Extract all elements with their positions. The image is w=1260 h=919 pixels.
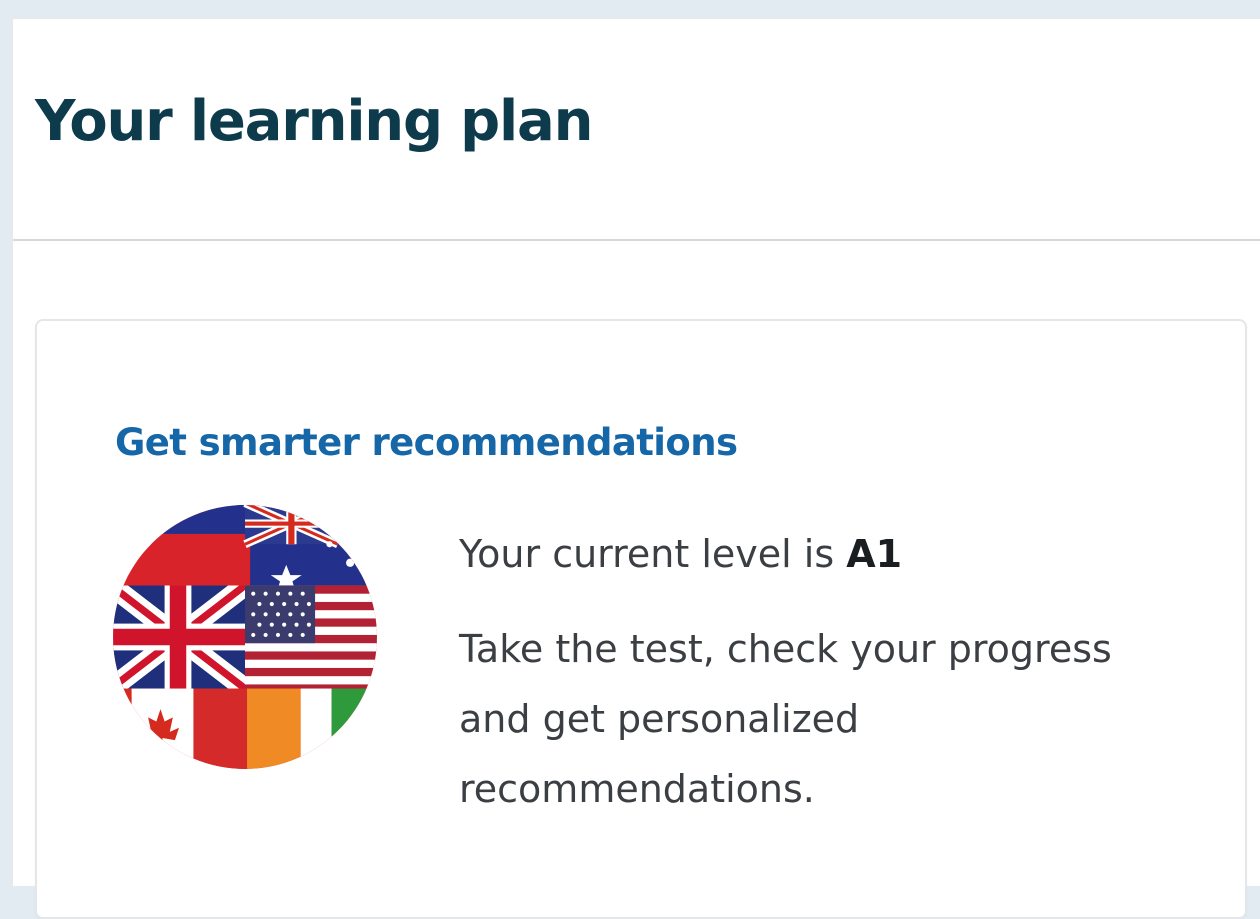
card-heading: Get smarter recommendations: [115, 421, 738, 464]
level-value: A1: [846, 532, 903, 576]
language-flags-globe-icon: [113, 505, 377, 769]
level-prefix: Your current level is: [459, 532, 835, 576]
page-title: Your learning plan: [35, 89, 593, 154]
card-description: Take the test, check your progress and g…: [459, 627, 1112, 811]
header-divider: [13, 239, 1260, 241]
card-text: Your current level is A1 Take the test, …: [459, 519, 1199, 824]
learning-plan-panel: Your learning plan Get smarter recommend…: [12, 18, 1260, 919]
current-level-line: Your current level is A1: [459, 519, 1199, 589]
recommendation-card: Get smarter recommendations Your current…: [35, 319, 1247, 919]
